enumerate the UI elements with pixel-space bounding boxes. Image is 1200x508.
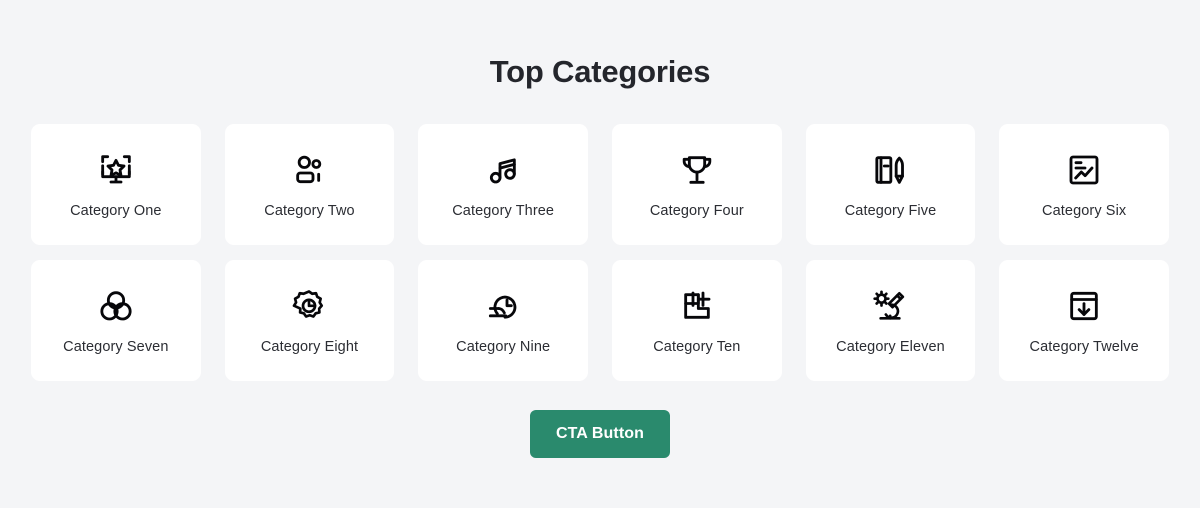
category-card-label: Category Nine bbox=[456, 339, 551, 356]
category-card[interactable]: Category Nine bbox=[418, 260, 588, 382]
monitor-star-icon bbox=[96, 150, 136, 190]
category-card[interactable]: Category Six bbox=[999, 124, 1169, 246]
category-card[interactable]: Category Three bbox=[418, 124, 588, 246]
category-card-label: Category Eleven bbox=[836, 339, 945, 356]
category-card-label: Category Seven bbox=[63, 339, 169, 356]
gear-pie-chart-icon bbox=[289, 286, 329, 326]
category-card[interactable]: Category Seven bbox=[31, 260, 201, 382]
layout-blocks-icon bbox=[677, 286, 717, 326]
users-group-icon bbox=[289, 150, 329, 190]
category-card[interactable]: Category Four bbox=[612, 124, 782, 246]
category-card[interactable]: Category Two bbox=[224, 124, 395, 246]
music-note-icon bbox=[483, 150, 523, 190]
category-card[interactable]: Category Ten bbox=[612, 260, 782, 382]
venn-diagram-icon bbox=[96, 286, 136, 326]
category-card[interactable]: Category Eight bbox=[224, 260, 395, 382]
cta-button[interactable]: CTA Button bbox=[529, 410, 671, 459]
categories-section: Top Categories Category One Category Two C… bbox=[0, 0, 1200, 508]
category-card-label: Category Five bbox=[844, 203, 937, 220]
microscope-germ-icon bbox=[870, 286, 910, 326]
fast-clock-icon bbox=[483, 286, 523, 326]
category-card-label: Category Ten bbox=[653, 339, 741, 356]
category-card-grid: Category One Category Two Category Three Ca… bbox=[31, 124, 1169, 382]
trophy-icon bbox=[677, 150, 717, 190]
notebook-pencil-icon bbox=[870, 150, 910, 190]
download-box-icon bbox=[1064, 286, 1104, 326]
category-card-label: Category Four bbox=[649, 203, 744, 220]
page-title: Top Categories bbox=[489, 54, 711, 89]
category-card[interactable]: Category One bbox=[31, 124, 201, 246]
line-chart-icon bbox=[1064, 150, 1104, 190]
category-card-label: Category Three bbox=[452, 203, 555, 220]
cta-container: CTA Button bbox=[31, 410, 1169, 459]
category-card-label: Category Six bbox=[1042, 203, 1127, 220]
category-card-label: Category Eight bbox=[260, 339, 359, 356]
category-card-label: Category Twelve bbox=[1029, 339, 1139, 356]
category-card[interactable]: Category Eleven bbox=[805, 260, 976, 382]
category-card-label: Category Two bbox=[264, 203, 355, 220]
category-card-label: Category One bbox=[70, 203, 162, 220]
category-card[interactable]: Category Five bbox=[805, 124, 976, 246]
category-card[interactable]: Category Twelve bbox=[999, 260, 1169, 382]
